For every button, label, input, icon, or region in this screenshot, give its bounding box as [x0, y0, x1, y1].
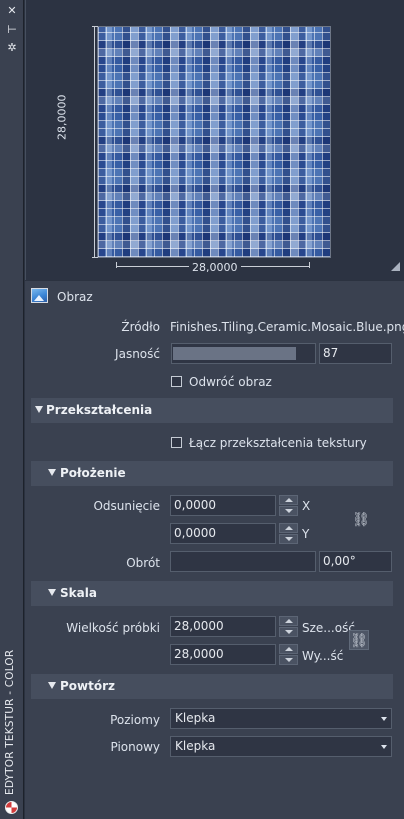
- transforms-section-header[interactable]: Przekształcenia: [31, 398, 393, 423]
- invert-image-checkbox[interactable]: [171, 376, 182, 387]
- link-offset-chain-icon[interactable]: ⛓: [351, 510, 371, 530]
- horizontal-repeat-label: Poziomy: [110, 713, 160, 727]
- horizontal-repeat-value: Klepka: [175, 711, 216, 725]
- brightness-slider[interactable]: [171, 343, 316, 364]
- link-transforms-label: Łącz przekształcenia tekstury: [189, 436, 367, 450]
- sample-width-stepper[interactable]: [279, 616, 298, 637]
- offset-y-field[interactable]: 0,0000: [170, 523, 276, 544]
- texture-preview: 28,0000 28,0000: [25, 0, 404, 280]
- height-dimension-label: 28,0000: [55, 92, 69, 142]
- sample-width-field[interactable]: 28,0000: [170, 616, 276, 637]
- offset-x-stepper[interactable]: [279, 495, 298, 516]
- vertical-repeat-label: Pionowy: [110, 740, 160, 754]
- link-transforms-checkbox[interactable]: [171, 437, 182, 448]
- collapse-triangle-icon: [48, 682, 56, 689]
- rotation-label: Obrót: [126, 556, 160, 570]
- brightness-label: Jasność: [115, 347, 160, 361]
- rotation-value-field[interactable]: 0,00°: [319, 551, 392, 572]
- texture-image: [97, 26, 331, 258]
- sample-height-unit-label: Wy...ść: [302, 649, 344, 663]
- offset-x-field[interactable]: 0,0000: [170, 495, 276, 516]
- horizontal-repeat-select[interactable]: Klepka: [170, 708, 392, 729]
- sample-height-stepper[interactable]: [279, 644, 298, 665]
- sample-height-field[interactable]: 28,0000: [170, 644, 276, 665]
- chevron-down-icon: [381, 717, 387, 721]
- palette-title: EDYTOR TEKSTUR - COLOR: [4, 649, 16, 795]
- material-badge-icon: [5, 801, 18, 814]
- texture-properties: Obraz Źródło Finishes.Tiling.Ceramic.Mos…: [25, 281, 404, 819]
- collapse-triangle-icon: [35, 406, 43, 413]
- image-icon[interactable]: [31, 288, 48, 303]
- position-section-header[interactable]: Położenie: [31, 461, 393, 486]
- close-icon[interactable]: ✕: [4, 4, 20, 18]
- position-title: Położenie: [60, 466, 126, 480]
- rotation-slider[interactable]: [170, 551, 316, 572]
- chevron-down-icon: [381, 745, 387, 749]
- brightness-value-field[interactable]: 87: [319, 343, 392, 364]
- sample-size-label: Wielkość próbki: [66, 621, 160, 635]
- collapse-triangle-icon: [48, 469, 56, 476]
- scale-title: Skala: [60, 586, 97, 600]
- offset-x-axis-label: X: [302, 499, 311, 513]
- vertical-repeat-value: Klepka: [175, 739, 216, 753]
- palette-title-strip: ✕ ⊢ ✲ EDYTOR TEKSTUR - COLOR: [0, 0, 24, 819]
- offset-label: Odsunięcie: [93, 499, 160, 513]
- height-dimension-line: [92, 26, 98, 258]
- source-label: Źródło: [121, 320, 160, 334]
- resize-grip-icon[interactable]: [391, 262, 400, 271]
- pin-icon[interactable]: ⊢: [4, 23, 20, 37]
- offset-y-axis-label: Y: [302, 527, 310, 541]
- properties-icon[interactable]: ✲: [4, 41, 20, 55]
- scale-section-header[interactable]: Skala: [31, 581, 393, 606]
- invert-image-label: Odwróć obraz: [189, 375, 272, 389]
- image-section-label: Obraz: [57, 290, 93, 304]
- repeat-section-header[interactable]: Powtórz: [31, 674, 393, 699]
- collapse-triangle-icon: [48, 589, 56, 596]
- offset-y-stepper[interactable]: [279, 523, 298, 544]
- source-value[interactable]: Finishes.Tiling.Ceramic.Mosaic.Blue.png: [170, 320, 404, 334]
- width-dimension-label: 28,0000: [189, 261, 241, 274]
- vertical-repeat-select[interactable]: Klepka: [170, 736, 392, 757]
- sample-width-unit-label: Sze...ość: [302, 621, 355, 635]
- link-scale-chain-icon[interactable]: ⛓: [349, 630, 369, 650]
- brightness-slider-fill: [173, 347, 296, 360]
- repeat-title: Powtórz: [60, 679, 116, 693]
- transforms-title: Przekształcenia: [46, 403, 153, 417]
